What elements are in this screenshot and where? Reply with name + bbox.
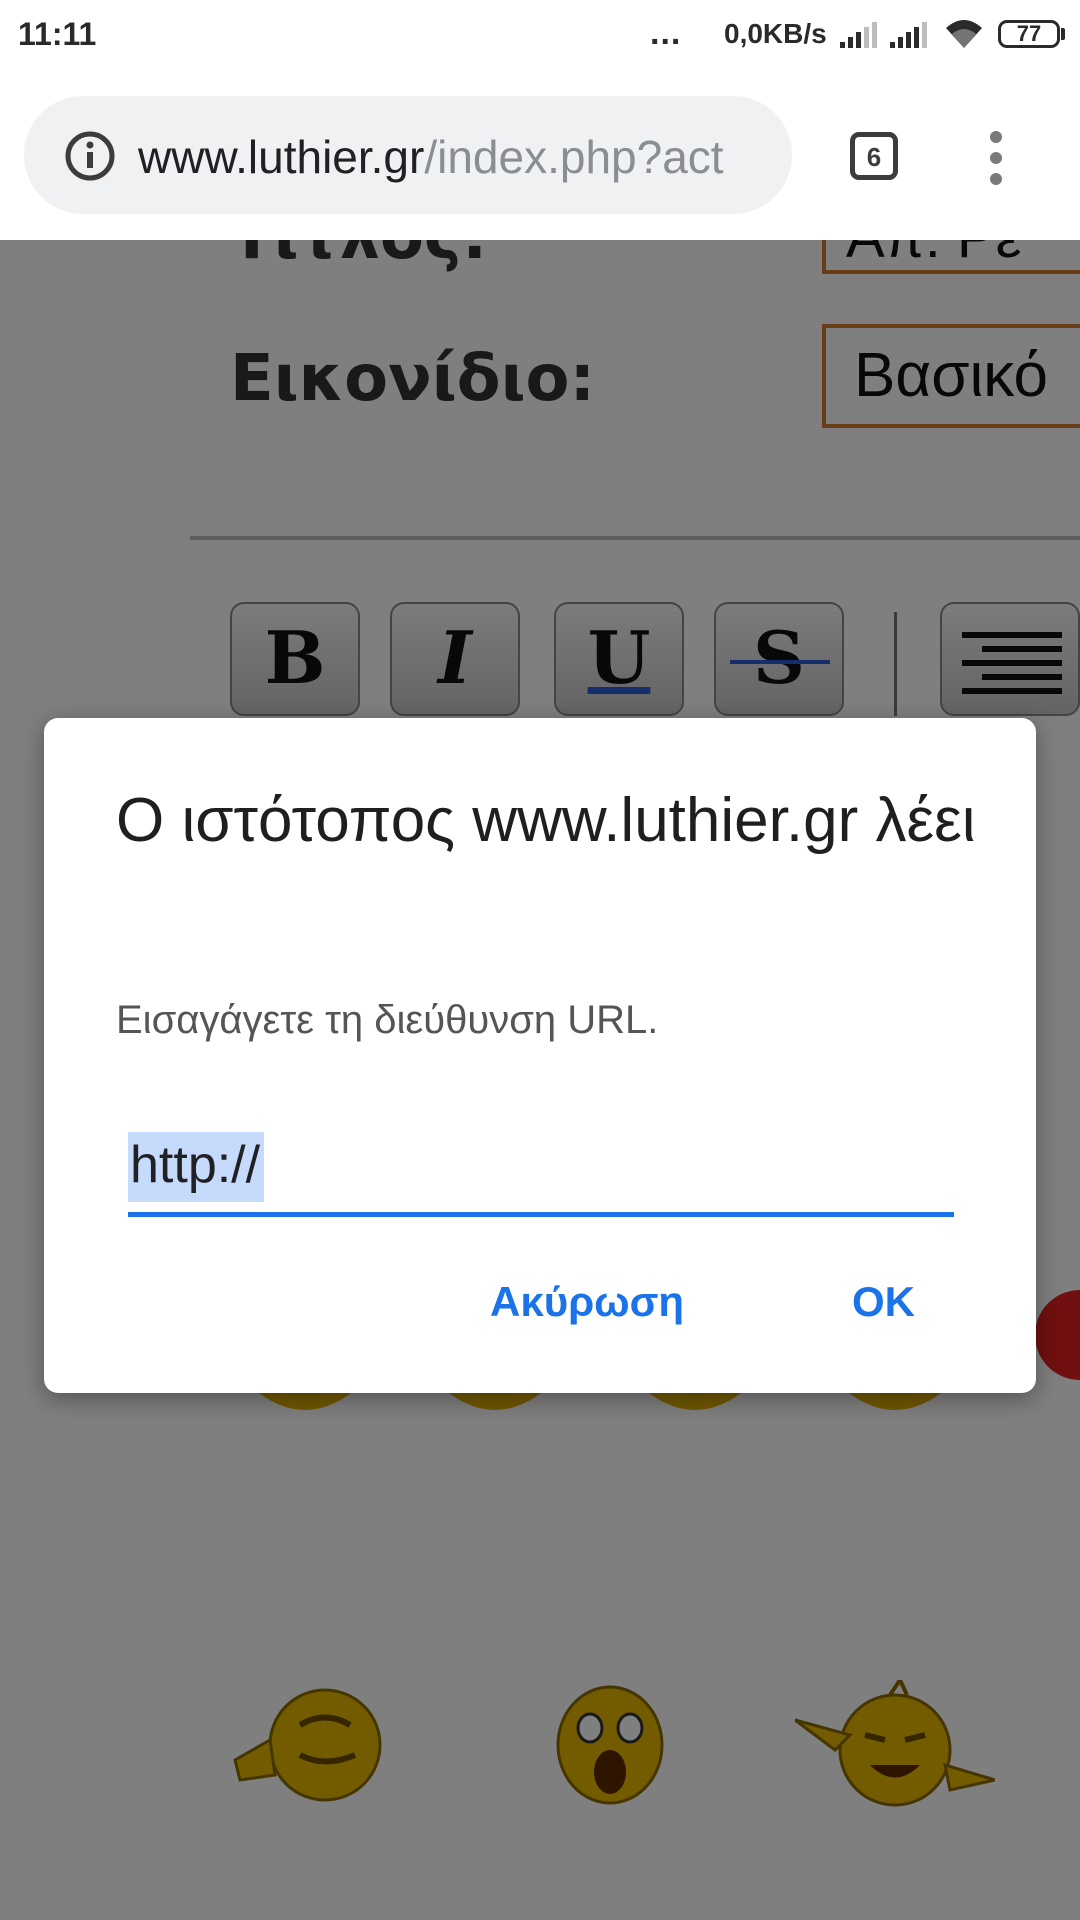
cell-signal-2-icon bbox=[890, 22, 927, 48]
battery-level: 77 bbox=[1016, 21, 1042, 46]
browser-toolbar: www.luthier.gr/index.php?act 6 bbox=[0, 72, 1080, 240]
notification-dots: ... bbox=[650, 14, 682, 52]
info-icon[interactable] bbox=[64, 130, 116, 182]
url-text[interactable]: www.luthier.gr/index.php?act bbox=[138, 130, 724, 184]
prompt-dialog: Ο ιστότοπος www.luthier.gr λέει Εισαγάγε… bbox=[44, 718, 1036, 1393]
wifi-icon bbox=[946, 20, 982, 48]
address-bar[interactable]: www.luthier.gr/index.php?act bbox=[24, 96, 792, 214]
tab-count: 6 bbox=[866, 142, 882, 172]
cancel-button[interactable]: Ακύρωση bbox=[490, 1278, 684, 1326]
cell-signal-icon bbox=[840, 22, 877, 48]
battery-icon: 77 bbox=[998, 20, 1060, 48]
more-menu-icon[interactable] bbox=[988, 130, 1004, 186]
status-bar: 11:11 ... 0,0KB/s 77 bbox=[0, 0, 1080, 72]
dialog-actions: Ακύρωση OK bbox=[44, 1278, 1036, 1378]
tab-switcher-button[interactable]: 6 bbox=[850, 132, 898, 180]
status-time: 11:11 bbox=[18, 16, 97, 52]
url-input-value: http:// bbox=[128, 1132, 265, 1202]
battery-tip bbox=[1061, 28, 1065, 40]
ok-button[interactable]: OK bbox=[852, 1278, 915, 1326]
dialog-title: Ο ιστότοπος www.luthier.gr λέει bbox=[116, 786, 976, 855]
url-domain: www.luthier.gr bbox=[138, 131, 425, 183]
dialog-message: Εισαγάγετε τη διεύθυνση URL. bbox=[116, 998, 659, 1042]
url-path: /index.php?act bbox=[424, 131, 724, 183]
network-speed: 0,0KB/s bbox=[724, 18, 827, 49]
url-input[interactable]: http:// bbox=[128, 1132, 954, 1217]
